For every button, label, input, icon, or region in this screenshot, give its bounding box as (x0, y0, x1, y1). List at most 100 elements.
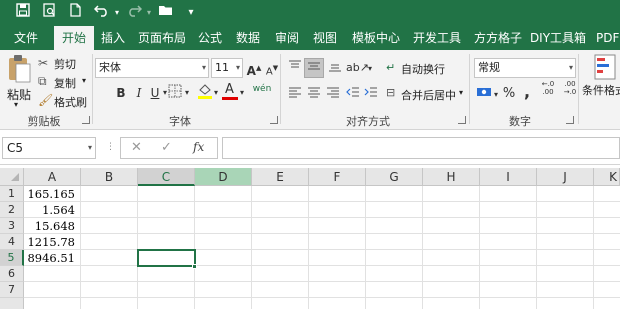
customize-toolbar-icon[interactable]: ▾ (186, 3, 196, 23)
accounting-format-button[interactable] (474, 85, 494, 103)
shrink-font-button[interactable]: A▼ (263, 59, 281, 77)
tab-formulas[interactable]: 公式 (193, 26, 227, 50)
column-header-f[interactable]: F (309, 168, 366, 186)
enter-icon[interactable]: ✓ (161, 140, 172, 155)
merge-center-button[interactable]: ⊟ 合并后居中 ▾ (386, 85, 468, 103)
phonetic-button[interactable]: wén (251, 80, 273, 98)
align-center-button[interactable] (305, 85, 323, 103)
name-box[interactable]: C5 ▾ (2, 137, 96, 159)
tab-file[interactable]: 文件 (6, 26, 46, 50)
column-header-j[interactable]: J (537, 168, 594, 186)
insert-function-icon[interactable]: fx (193, 140, 204, 154)
accounting-dropdown-icon[interactable]: ▾ (492, 86, 500, 104)
selected-cell-c5[interactable] (137, 249, 196, 267)
row-header-7[interactable]: 7 (0, 282, 24, 298)
copy-button[interactable]: ⧉ 复制 ▾ (38, 73, 88, 91)
paste-button[interactable]: 粘贴 ▾ (4, 54, 34, 109)
cell-a2[interactable]: 1.564 (24, 202, 81, 218)
row-header-4[interactable]: 4 (0, 234, 24, 250)
row-header-2[interactable]: 2 (0, 202, 24, 218)
column-header-h[interactable]: H (423, 168, 480, 186)
fill-color-dropdown-icon[interactable]: ▾ (212, 84, 220, 102)
bold-button[interactable]: B (112, 84, 130, 102)
tab-insert[interactable]: 插入 (96, 26, 130, 50)
cell-a4[interactable]: 1215.78 (24, 234, 81, 250)
align-right-button[interactable] (324, 85, 342, 103)
orientation-dropdown-icon[interactable]: ▾ (366, 60, 374, 78)
gridline (308, 186, 309, 309)
number-format-combo[interactable]: 常规 ▾ (474, 58, 576, 78)
row-header-5[interactable]: 5 (0, 250, 24, 266)
alignment-launcher-icon[interactable] (458, 116, 466, 124)
redo-dropdown-icon[interactable]: ▾ (145, 3, 153, 23)
column-header-k[interactable]: K (594, 168, 620, 186)
cell-a1[interactable]: 165.165 (24, 186, 81, 202)
print-preview-icon[interactable] (40, 3, 58, 23)
tab-page-layout[interactable]: 页面布局 (134, 26, 190, 50)
column-header-i[interactable]: I (480, 168, 537, 186)
font-color-dropdown-icon[interactable]: ▾ (238, 84, 246, 102)
tab-pdf[interactable]: PDF (592, 26, 620, 50)
increase-decimal-button[interactable]: ←.0.00 (538, 80, 558, 98)
column-header-c[interactable]: C (138, 168, 195, 186)
row-header-6[interactable]: 6 (0, 266, 24, 282)
font-name-combo[interactable]: 宋体 ▾ (95, 58, 209, 78)
align-middle-button[interactable] (304, 58, 324, 78)
chevron-down-icon: ▾ (235, 63, 240, 72)
format-painter-button[interactable]: 🖌 格式刷 (38, 92, 90, 110)
tab-fangfang-gezi[interactable]: 方方格子 (469, 26, 527, 50)
align-top-button[interactable] (286, 59, 304, 77)
merge-cells-icon: ⊟ (386, 86, 396, 99)
save-icon[interactable] (14, 3, 32, 23)
column-header-a[interactable]: A (24, 168, 81, 186)
fill-handle[interactable] (192, 264, 197, 269)
undo-dropdown-icon[interactable]: ▾ (113, 3, 121, 23)
increase-indent-button[interactable] (362, 85, 380, 103)
cell-a3[interactable]: 15.648 (24, 218, 81, 234)
group-separator (578, 54, 579, 124)
select-all-corner[interactable] (0, 168, 24, 186)
cut-button[interactable]: ✂ 剪切 (38, 54, 84, 72)
clipboard-launcher-icon[interactable] (82, 116, 90, 124)
orientation-button[interactable]: ab↗ (346, 59, 369, 77)
undo-icon[interactable] (92, 3, 112, 23)
redo-icon[interactable] (124, 3, 144, 23)
font-color-button[interactable]: A (221, 82, 239, 100)
tab-view[interactable]: 视图 (308, 26, 342, 50)
borders-dropdown-icon[interactable]: ▾ (183, 84, 191, 102)
open-folder-icon[interactable] (156, 3, 176, 23)
column-header-b[interactable]: B (81, 168, 138, 186)
column-header-e[interactable]: E (252, 168, 309, 186)
align-left-button[interactable] (286, 85, 304, 103)
formula-input[interactable] (222, 137, 620, 159)
align-bottom-button[interactable] (326, 59, 344, 77)
percent-button[interactable]: % (500, 85, 518, 103)
borders-button[interactable] (166, 84, 184, 102)
column-header-g[interactable]: G (366, 168, 423, 186)
tab-home[interactable]: 开始 (54, 26, 94, 50)
more-options-icon[interactable]: ⋮ (106, 142, 115, 152)
row-header-8[interactable] (0, 298, 24, 309)
comma-style-button[interactable]: , (518, 83, 536, 101)
tab-template-center[interactable]: 模板中心 (347, 26, 405, 50)
row-header-1[interactable]: 1 (0, 186, 24, 202)
cancel-icon[interactable]: ✕ (131, 140, 142, 155)
tab-diy-toolbox[interactable]: DIY工具箱 (529, 26, 587, 50)
decrease-decimal-button[interactable]: .00 →.0 (560, 80, 580, 98)
font-size-combo[interactable]: 11 ▾ (211, 58, 243, 78)
conditional-format-button[interactable]: 条件格式 (582, 52, 620, 108)
new-document-icon[interactable] (66, 3, 84, 23)
font-launcher-icon[interactable] (270, 116, 278, 124)
wrap-text-button[interactable]: ↵ 自动换行 (386, 59, 456, 77)
tab-developer[interactable]: 开发工具 (408, 26, 466, 50)
number-group-label: 数字 (509, 115, 531, 128)
decrease-indent-button[interactable] (344, 85, 362, 103)
grow-font-button[interactable]: A▲ (245, 59, 263, 78)
column-header-d[interactable]: D (195, 168, 252, 186)
tab-review[interactable]: 审阅 (270, 26, 304, 50)
cell-a5[interactable]: 8946.51 (24, 250, 81, 266)
tab-data[interactable]: 数据 (231, 26, 265, 50)
merge-dropdown-icon: ▾ (459, 88, 464, 97)
number-launcher-icon[interactable] (566, 116, 574, 124)
row-header-3[interactable]: 3 (0, 218, 24, 234)
